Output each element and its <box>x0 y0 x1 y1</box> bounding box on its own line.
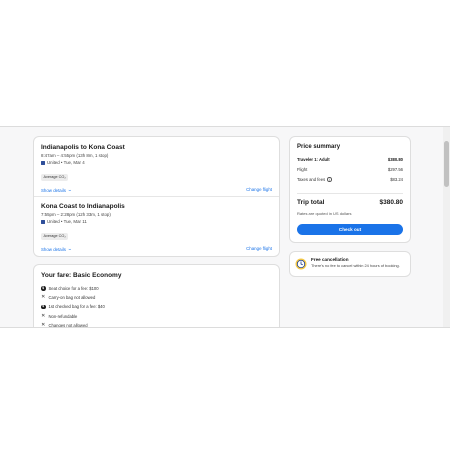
segment-title: Indianapolis to Kona Coast <box>41 144 125 151</box>
flight-amount: $297.56 <box>387 167 403 172</box>
flight-row: Flight $297.56 <box>297 167 403 172</box>
co2-badge: Average CO₂ <box>41 173 69 181</box>
show-details-label: Show details <box>41 246 66 252</box>
fare-feature-text: Seat choice for a fee: $100 <box>48 286 99 292</box>
fare-features: $ Seat choice for a fee: $100 ✕ Carry-on… <box>41 284 105 328</box>
x-icon: ✕ <box>41 294 46 301</box>
fare-feature-item: ✕ Non-refundable <box>41 312 105 321</box>
x-icon: ✕ <box>41 312 46 319</box>
trip-total-row: Trip total $380.80 <box>297 199 403 206</box>
flight-label: Flight <box>297 167 308 172</box>
price-summary-card: Price summary Traveler 1: Adult $380.80 … <box>289 136 411 243</box>
airline-logo-icon <box>41 160 45 165</box>
checkout-page: Indianapolis to Kona Coast 8:47am – 4:55… <box>0 126 450 328</box>
airline-logo-icon <box>41 219 45 224</box>
show-details-link[interactable]: Show details ⌄ <box>41 246 72 252</box>
return-segment: Kona Coast to Indianapolis 7:55pm – 2:28… <box>41 203 272 254</box>
segment-times: 8:47am – 4:55pm (13h 8m, 1 stop) <box>41 153 109 158</box>
fare-title: Your fare: Basic Economy <box>41 272 122 279</box>
segment-title: Kona Coast to Indianapolis <box>41 203 125 210</box>
fare-feature-item: ✕ Carry-on bag not allowed <box>41 293 105 302</box>
check-out-button[interactable]: Check out <box>297 224 403 235</box>
taxes-row: Taxes and fees i $83.24 <box>297 177 403 182</box>
cancellation-title: Free cancellation <box>311 257 349 262</box>
price-divider <box>297 193 403 194</box>
fare-feature-text: Non-refundable <box>48 313 78 319</box>
fare-feature-text: 1st checked bag for a fee: $40 <box>48 304 105 310</box>
price-summary-title: Price summary <box>297 144 341 150</box>
taxes-label: Taxes and fees <box>297 177 326 182</box>
rates-note: Rates are quoted in US dollars <box>297 211 352 216</box>
show-details-link[interactable]: Show details ⌄ <box>41 187 72 193</box>
trip-total-amount: $380.80 <box>379 199 404 206</box>
outbound-segment: Indianapolis to Kona Coast 8:47am – 4:55… <box>41 144 272 195</box>
taxes-amount: $83.24 <box>390 177 403 182</box>
clock-icon <box>295 258 307 270</box>
show-details-label: Show details <box>41 187 66 193</box>
traveler-row: Traveler 1: Adult $380.80 <box>297 157 403 162</box>
trip-total-label: Trip total <box>297 199 325 206</box>
fare-feature-text: Carry-on bag not allowed <box>48 295 96 301</box>
chevron-down-icon: ⌄ <box>67 187 73 192</box>
chevron-down-icon: ⌄ <box>67 246 73 251</box>
change-flight-link[interactable]: Change flight <box>246 187 272 192</box>
x-icon: ✕ <box>41 321 46 328</box>
itinerary-card: Indianapolis to Kona Coast 8:47am – 4:55… <box>33 136 280 257</box>
traveler-label: Traveler 1: Adult <box>297 157 330 162</box>
segment-divider <box>34 196 279 197</box>
free-cancellation-card: Free cancellation There's no fee to canc… <box>289 251 411 277</box>
page-scrollbar[interactable] <box>443 127 450 327</box>
fare-feature-item: $ 1st checked bag for a fee: $40 <box>41 302 105 311</box>
fare-card: Your fare: Basic Economy $ Seat choice f… <box>33 264 280 328</box>
dollar-icon: $ <box>41 304 46 310</box>
change-flight-link[interactable]: Change flight <box>246 246 272 251</box>
fare-feature-item: ✕ Changes not allowed <box>41 321 105 328</box>
cancellation-description: There's no fee to cancel within 24 hours… <box>311 263 400 268</box>
dollar-icon: $ <box>41 285 46 291</box>
segment-times: 7:55pm – 2:28pm (12h 33m, 1 stop) <box>41 212 111 217</box>
co2-badge: Average CO₂ <box>41 232 69 240</box>
scrollbar-thumb[interactable] <box>444 141 449 187</box>
traveler-amount: $380.80 <box>387 157 403 162</box>
fare-feature-item: $ Seat choice for a fee: $100 <box>41 284 105 293</box>
fare-feature-text: Changes not allowed <box>48 322 88 328</box>
info-icon[interactable]: i <box>327 177 332 182</box>
